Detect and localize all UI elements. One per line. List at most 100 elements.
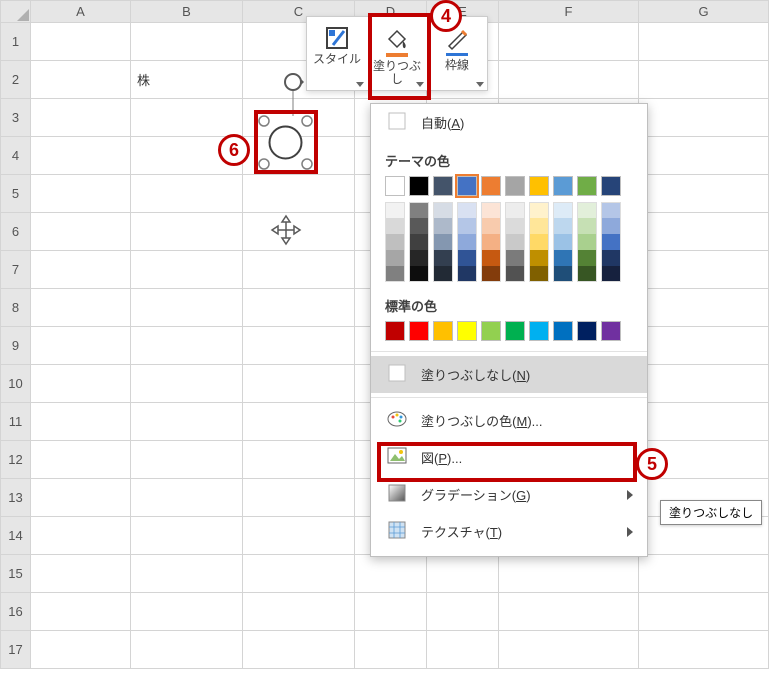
theme-swatch[interactable]	[529, 176, 549, 196]
standard-swatch[interactable]	[433, 321, 453, 341]
tint-swatch[interactable]	[529, 250, 549, 266]
row-header-14[interactable]: 14	[1, 517, 31, 555]
tint-swatch[interactable]	[385, 202, 405, 218]
row-header-3[interactable]: 3	[1, 99, 31, 137]
tint-swatch[interactable]	[601, 218, 621, 234]
selected-shape-circle[interactable]	[258, 115, 313, 170]
no-fill-item[interactable]: 塗りつぶしなし(N)	[371, 356, 647, 393]
col-header-B[interactable]: B	[131, 1, 243, 23]
standard-swatch[interactable]	[457, 321, 477, 341]
select-all-corner[interactable]	[1, 1, 31, 23]
theme-swatch[interactable]	[553, 176, 573, 196]
tint-swatch[interactable]	[409, 202, 429, 218]
row-header-7[interactable]: 7	[1, 251, 31, 289]
gradient-fill-item[interactable]: グラデーション(G)	[371, 476, 647, 513]
tint-swatch[interactable]	[457, 218, 477, 234]
cell-B2[interactable]: 株	[131, 61, 243, 99]
standard-swatch[interactable]	[553, 321, 573, 341]
tint-swatch[interactable]	[553, 250, 573, 266]
theme-swatch[interactable]	[601, 176, 621, 196]
tint-swatch[interactable]	[553, 266, 573, 282]
tint-swatch[interactable]	[457, 266, 477, 282]
row-header-6[interactable]: 6	[1, 213, 31, 251]
texture-fill-item[interactable]: テクスチャ(T)	[371, 513, 647, 550]
tint-swatch[interactable]	[505, 266, 525, 282]
row-header-10[interactable]: 10	[1, 365, 31, 403]
row-header-5[interactable]: 5	[1, 175, 31, 213]
fill-button[interactable]: 塗りつぶし	[367, 17, 427, 90]
tint-swatch[interactable]	[553, 202, 573, 218]
tint-swatch[interactable]	[457, 202, 477, 218]
tint-swatch[interactable]	[577, 250, 597, 266]
theme-swatch[interactable]	[433, 176, 453, 196]
col-header-F[interactable]: F	[499, 1, 639, 23]
row-header-11[interactable]: 11	[1, 403, 31, 441]
row-header-4[interactable]: 4	[1, 137, 31, 175]
tint-swatch[interactable]	[481, 266, 501, 282]
tint-swatch[interactable]	[601, 250, 621, 266]
row-header-13[interactable]: 13	[1, 479, 31, 517]
tint-swatch[interactable]	[505, 218, 525, 234]
tint-swatch[interactable]	[577, 218, 597, 234]
tint-swatch[interactable]	[529, 218, 549, 234]
standard-swatch[interactable]	[481, 321, 501, 341]
tint-swatch[interactable]	[529, 234, 549, 250]
auto-color-item[interactable]: 自動(A)	[371, 104, 647, 141]
tint-swatch[interactable]	[433, 250, 453, 266]
standard-swatch[interactable]	[409, 321, 429, 341]
tint-swatch[interactable]	[577, 234, 597, 250]
theme-swatch[interactable]	[457, 176, 477, 196]
standard-swatch[interactable]	[505, 321, 525, 341]
row-header-12[interactable]: 12	[1, 441, 31, 479]
tint-swatch[interactable]	[433, 202, 453, 218]
row-header-15[interactable]: 15	[1, 555, 31, 593]
tint-swatch[interactable]	[553, 234, 573, 250]
rotation-handle-icon[interactable]	[278, 72, 308, 116]
tint-swatch[interactable]	[409, 234, 429, 250]
tint-swatch[interactable]	[481, 250, 501, 266]
tint-swatch[interactable]	[385, 250, 405, 266]
tint-swatch[interactable]	[601, 234, 621, 250]
tint-swatch[interactable]	[409, 250, 429, 266]
tint-swatch[interactable]	[505, 250, 525, 266]
tint-swatch[interactable]	[481, 234, 501, 250]
tint-swatch[interactable]	[385, 218, 405, 234]
tint-swatch[interactable]	[505, 234, 525, 250]
row-header-16[interactable]: 16	[1, 593, 31, 631]
theme-swatch[interactable]	[505, 176, 525, 196]
tint-swatch[interactable]	[409, 218, 429, 234]
standard-swatch[interactable]	[601, 321, 621, 341]
tint-swatch[interactable]	[529, 202, 549, 218]
tint-swatch[interactable]	[409, 266, 429, 282]
tint-swatch[interactable]	[457, 250, 477, 266]
col-header-A[interactable]: A	[31, 1, 131, 23]
tint-swatch[interactable]	[577, 266, 597, 282]
theme-swatch[interactable]	[481, 176, 501, 196]
tint-swatch[interactable]	[481, 202, 501, 218]
row-header-9[interactable]: 9	[1, 327, 31, 365]
border-button[interactable]: 枠線	[427, 17, 487, 90]
theme-swatch[interactable]	[577, 176, 597, 196]
tint-swatch[interactable]	[577, 202, 597, 218]
tint-swatch[interactable]	[385, 234, 405, 250]
tint-swatch[interactable]	[457, 234, 477, 250]
theme-swatch[interactable]	[385, 176, 405, 196]
tint-swatch[interactable]	[553, 218, 573, 234]
picture-fill-item[interactable]: 図(P)...	[371, 439, 647, 476]
tint-swatch[interactable]	[433, 218, 453, 234]
theme-swatch[interactable]	[409, 176, 429, 196]
tint-swatch[interactable]	[433, 234, 453, 250]
tint-swatch[interactable]	[601, 202, 621, 218]
tint-swatch[interactable]	[601, 266, 621, 282]
standard-swatch[interactable]	[385, 321, 405, 341]
row-header-17[interactable]: 17	[1, 631, 31, 669]
more-colors-item[interactable]: 塗りつぶしの色(M)...	[371, 402, 647, 439]
tint-swatch[interactable]	[505, 202, 525, 218]
standard-swatch[interactable]	[577, 321, 597, 341]
row-header-2[interactable]: 2	[1, 61, 31, 99]
tint-swatch[interactable]	[385, 266, 405, 282]
tint-swatch[interactable]	[433, 266, 453, 282]
col-header-G[interactable]: G	[639, 1, 769, 23]
row-header-1[interactable]: 1	[1, 23, 31, 61]
standard-swatch[interactable]	[529, 321, 549, 341]
